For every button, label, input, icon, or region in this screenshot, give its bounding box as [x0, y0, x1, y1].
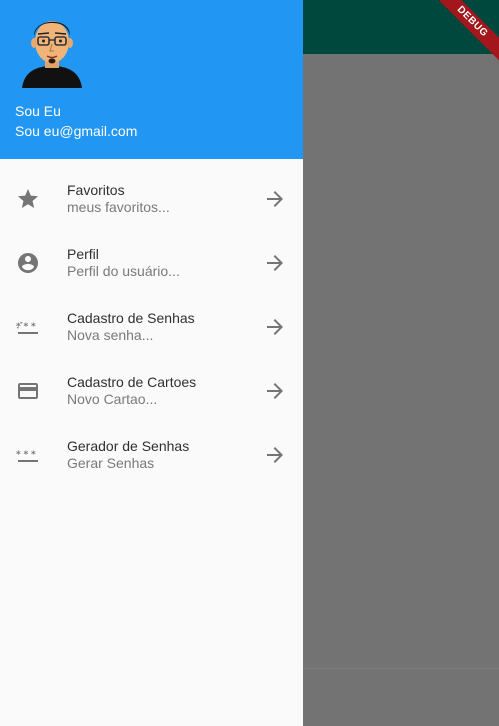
svg-text:*: *	[24, 322, 29, 332]
drawer-header: Sou Eu Sou eu@gmail.com	[0, 0, 303, 159]
drawer-item-title: Favoritos	[67, 182, 125, 198]
debug-banner-label: DEBUG	[427, 0, 499, 67]
drawer-item-cadastro-senhas[interactable]: * * * Cadastro de Senhas Nova senha...	[0, 295, 303, 359]
drawer-item-subtitle: meus favoritos...	[67, 199, 170, 215]
drawer-item-subtitle: Gerar Senhas	[67, 455, 155, 471]
svg-text:*: *	[31, 322, 36, 332]
drawer-item-subtitle: Perfil do usuário...	[67, 263, 180, 279]
arrow-forward-icon	[267, 383, 283, 399]
drawer-item-title: Perfil	[67, 246, 99, 262]
arrow-forward-icon	[267, 191, 283, 207]
arrow-forward-icon	[267, 447, 283, 463]
svg-text:*: *	[16, 322, 21, 332]
drawer-item-title: Cadastro de Cartoes	[67, 374, 197, 390]
password-icon: * * *	[16, 322, 38, 334]
account-email: Sou eu@gmail.com	[15, 123, 138, 139]
account-name: Sou Eu	[15, 103, 61, 119]
arrow-forward-icon	[267, 255, 283, 271]
debug-banner: DEBUG	[419, 0, 499, 80]
account-circle-icon	[18, 253, 38, 273]
drawer-item-title: Cadastro de Senhas	[67, 310, 195, 326]
drawer-item-cadastro-cartoes[interactable]: Cadastro de Cartoes Novo Cartao...	[0, 359, 303, 423]
drawer-item-gerador-senhas[interactable]: * * * Gerador de Senhas Gerar Senhas	[0, 423, 303, 487]
drawer-item-perfil[interactable]: Perfil Perfil do usuário...	[0, 231, 303, 295]
avatar[interactable]	[16, 12, 88, 88]
svg-text:*: *	[24, 450, 29, 460]
drawer-item-title: Gerador de Senhas	[67, 438, 190, 454]
credit-card-icon	[18, 383, 38, 399]
drawer-item-favoritos[interactable]: Favoritos meus favoritos...	[0, 167, 303, 231]
svg-text:*: *	[16, 450, 21, 460]
navigation-drawer: Sou Eu Sou eu@gmail.com Favoritos meus f…	[0, 0, 303, 726]
star-icon	[18, 189, 38, 208]
divider	[303, 668, 499, 669]
password-icon: * * *	[16, 450, 38, 462]
arrow-forward-icon	[267, 319, 283, 335]
svg-text:*: *	[31, 450, 36, 460]
drawer-item-subtitle: Novo Cartao...	[67, 391, 158, 407]
drawer-item-subtitle: Nova senha...	[67, 327, 154, 343]
